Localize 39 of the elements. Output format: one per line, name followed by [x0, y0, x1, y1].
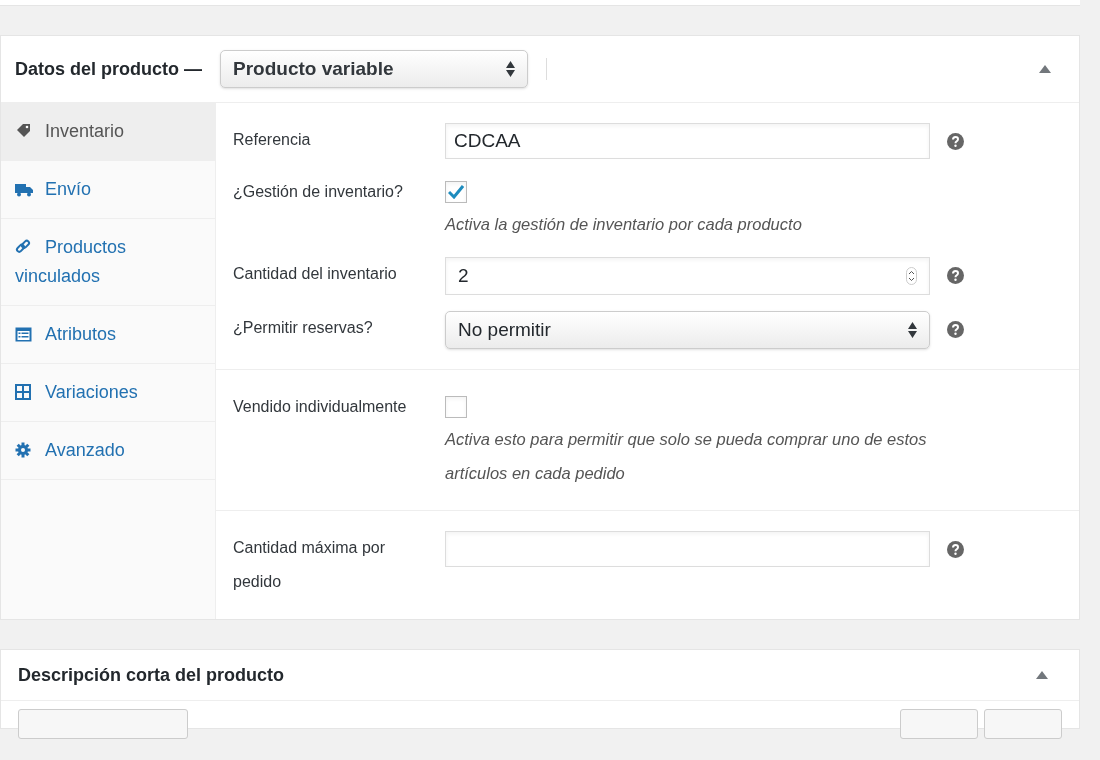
tag-icon	[15, 123, 31, 139]
panel-title: Descripción corta del producto	[18, 663, 285, 687]
updown-arrows-icon	[908, 322, 917, 338]
tab[interactable]: Variaciones	[1, 364, 215, 422]
link-icon	[15, 239, 31, 255]
tab[interactable]: Atributos	[1, 306, 215, 364]
truck-icon	[15, 183, 33, 197]
help-icon[interactable]	[947, 321, 964, 338]
tab[interactable]: Inventario	[1, 103, 215, 161]
backorders-select[interactable]: No permitir	[445, 311, 930, 349]
help-icon[interactable]	[947, 133, 964, 150]
tab[interactable]: Avanzado	[1, 422, 215, 480]
field-description: Activa la gestión de inventario por cada producto	[445, 214, 803, 235]
field-label: ¿Permitir reservas?	[233, 318, 374, 338]
field-label: Vendido individualmente	[233, 397, 408, 417]
number-field[interactable]: 2	[445, 257, 930, 295]
checkmark-icon	[448, 185, 464, 199]
updown-arrows-icon	[506, 61, 515, 77]
help-icon[interactable]	[947, 541, 964, 558]
tab[interactable]: Envío	[1, 161, 215, 219]
settings-icon	[15, 442, 31, 458]
collapse-icon[interactable]	[1036, 671, 1048, 679]
field-label: Cantidad del inventario	[233, 264, 398, 284]
text-field[interactable]	[445, 531, 930, 567]
grid-icon	[15, 384, 31, 400]
field-label: Cantidad máxima por pedido	[233, 538, 387, 592]
field-label: Referencia	[233, 130, 312, 150]
text-field[interactable]: CDCAA	[445, 123, 930, 159]
panel-title: Datos del producto —	[15, 57, 202, 81]
checkbox[interactable]	[445, 396, 467, 418]
product-type-select[interactable]: Producto variable	[220, 50, 528, 88]
stepper-icon[interactable]	[906, 267, 917, 285]
collapse-icon[interactable]	[1039, 65, 1051, 73]
tab[interactable]: Productos vinculados	[1, 219, 215, 306]
checkbox[interactable]	[445, 181, 467, 203]
help-icon[interactable]	[947, 267, 964, 284]
list-icon	[15, 327, 32, 342]
field-label: ¿Gestión de inventario?	[233, 182, 404, 202]
field-description: Activa esto para permitir que solo se pueda comprar uno de estos artículos en cada pedido	[445, 429, 928, 484]
